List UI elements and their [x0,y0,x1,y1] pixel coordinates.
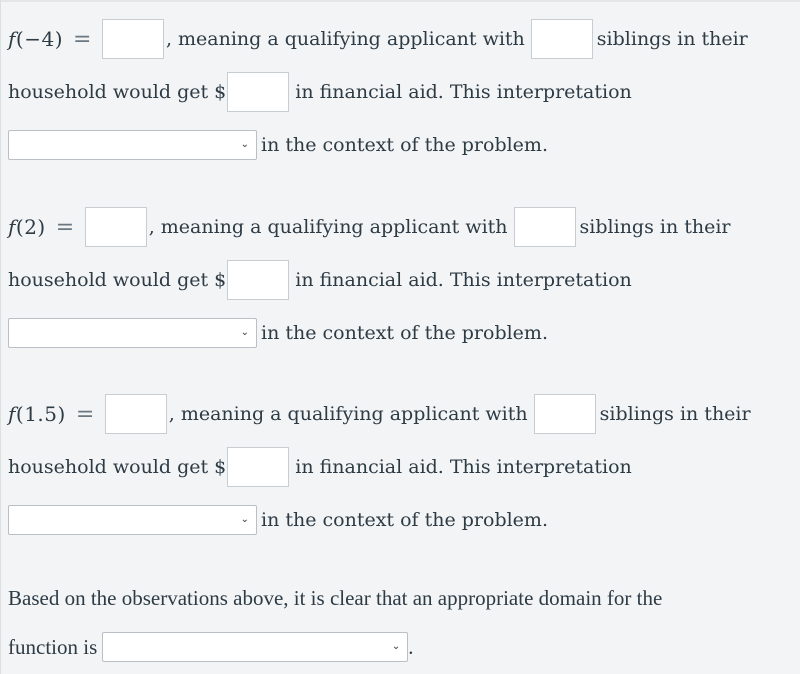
function-name: f [8,26,16,51]
function-argument: (2) [15,214,46,239]
question-line-2: household would get $ in financial aid. … [8,258,632,302]
context-text: in the context of the problem. [261,134,548,156]
meaning-text: , meaning a qualifying applicant with [148,216,508,238]
aid-text: in financial aid. This interpretation [295,456,632,478]
question-line-2: household would get $ in financial aid. … [8,445,632,489]
question-line-3: ⌄ in the context of the problem. [8,311,548,355]
domain-select[interactable]: ⌄ [102,632,409,662]
function-expression: f(−4) = [8,27,100,52]
conclusion-text: Based on the observations above, it is c… [8,586,663,610]
function-expression: f(1.5) = [8,402,103,427]
function-value-input[interactable] [101,19,164,59]
question-line-3: ⌄ in the context of the problem. [8,123,548,167]
function-name: f [8,214,16,239]
question-line-2: household would get $ in financial aid. … [8,70,632,114]
chevron-down-icon: ⌄ [240,138,249,150]
function-name: f [8,401,16,426]
period-text: . [408,634,414,659]
aid-amount-input[interactable] [227,447,290,487]
aid-text: in financial aid. This interpretation [295,81,632,103]
function-value-input[interactable] [84,207,147,247]
siblings-input[interactable] [513,207,576,247]
function-argument: (1.5) [15,401,66,426]
equals-sign: = [75,401,95,427]
interpretation-select[interactable]: ⌄ [8,130,257,160]
aid-amount-input[interactable] [227,260,290,300]
interpretation-select[interactable]: ⌄ [8,505,257,535]
chevron-down-icon: ⌄ [391,640,401,652]
chevron-down-icon: ⌄ [240,513,249,525]
siblings-input[interactable] [530,19,593,59]
question-line-1: f(−4) = , meaning a qualifying applicant … [8,17,748,61]
siblings-text: siblings in their [579,216,731,238]
household-text: household would get $ [8,81,227,103]
siblings-input[interactable] [533,394,596,434]
aid-amount-input[interactable] [227,72,290,112]
context-text: in the context of the problem. [261,322,548,344]
siblings-text: siblings in their [596,28,748,50]
equals-sign: = [73,26,92,52]
question-line-3: ⌄ in the context of the problem. [8,498,548,542]
aid-text: in financial aid. This interpretation [295,269,632,291]
chevron-down-icon: ⌄ [240,326,249,338]
left-border [0,0,1,674]
interpretation-select[interactable]: ⌄ [8,318,257,348]
function-is-text: function is [8,634,98,659]
meaning-text: , meaning a qualifying applicant with [168,403,528,425]
context-text: in the context of the problem. [261,509,548,531]
function-value-input[interactable] [104,394,167,434]
siblings-text: siblings in their [599,403,751,425]
household-text: household would get $ [8,456,227,478]
function-argument: (−4) [15,26,63,51]
conclusion-line-2: function is ⌄ . [8,632,414,662]
question-line-1: f(1.5) = , meaning a qualifying applicant… [8,392,751,436]
question-line-1: f(2) = , meaning a qualifying applicant w… [8,205,731,249]
equals-sign: = [55,214,75,240]
meaning-text: , meaning a qualifying applicant with [165,28,525,50]
function-expression: f(2) = [8,215,83,240]
top-border [0,0,800,2]
household-text: household would get $ [8,269,227,291]
